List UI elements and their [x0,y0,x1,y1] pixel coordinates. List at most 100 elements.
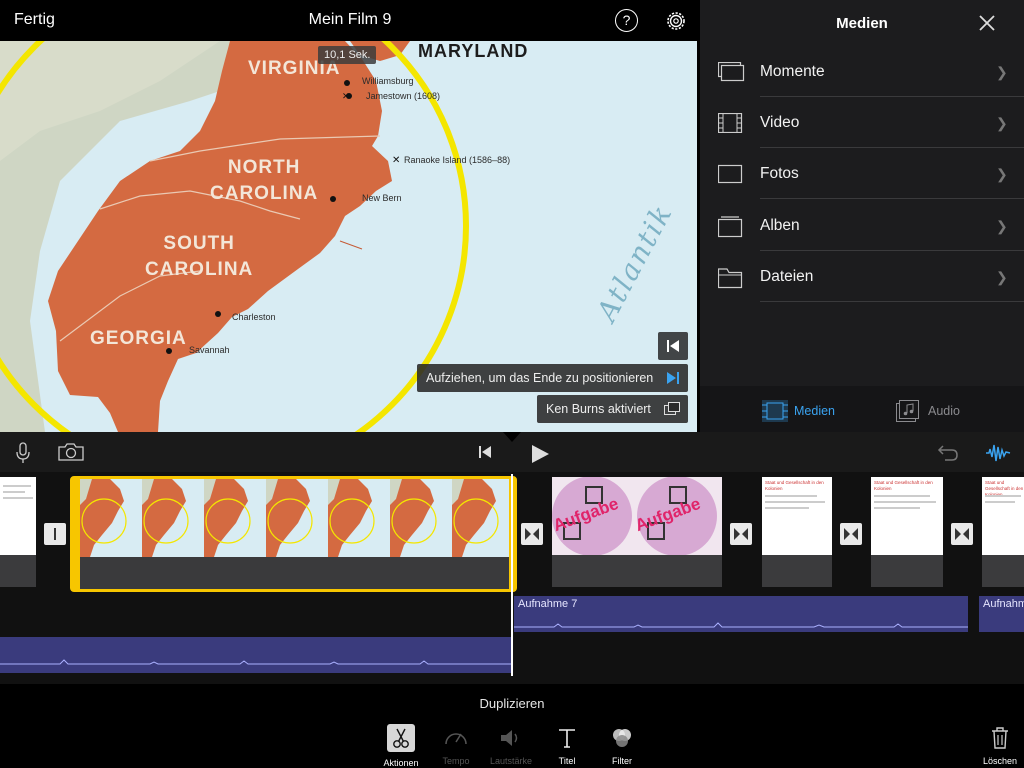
audio-clip[interactable]: Aufnahme [979,596,1024,632]
tool-label: Filter [612,756,632,766]
help-button[interactable]: ? [615,9,638,32]
media-item-label: Video [760,114,800,131]
tool-titles[interactable]: Titel [539,726,595,766]
kb-end-hint[interactable]: Aufziehen, um das Ende zu positionieren [417,364,688,392]
map-thumbnail-frame [452,479,509,557]
playhead-marker [503,432,521,442]
ken-burns-status-label: Ken Burns aktiviert [546,402,651,416]
map-label-georgia: GEORGIA [90,328,187,349]
close-icon[interactable] [978,14,996,32]
doc-thumbnail-title: Staat und Gesellschaft in den Kolonien [874,480,933,491]
chevron-right-icon: ❯ [996,64,1008,80]
audio-clip[interactable]: Aufnahme 7 [514,596,968,632]
media-item-photos[interactable]: Fotos ❯ [716,148,1024,199]
folder-icon [718,268,743,289]
clip-thumbnail: Staat und Gesellschaft in den Kolonien [762,477,832,555]
media-item-video[interactable]: Video ❯ [716,97,1024,148]
map-thumbnail-frame [390,479,452,557]
timeline-toolbar [0,432,1024,472]
map-place-charleston: Charleston [232,312,276,322]
transition-cross-icon [844,528,858,540]
delete-label: Löschen [982,756,1018,766]
skip-start-icon [667,340,679,352]
media-tab-bar: Medien Audio [700,386,1024,432]
map-place-jamestown: Jamestown (1608) [366,91,441,101]
tool-actions[interactable]: Aktionen [373,724,429,768]
video-clip[interactable]: Staat und Gesellschaft in den Kolonien [762,477,832,587]
ken-burns-status[interactable]: Ken Burns aktiviert [537,395,688,423]
tab-audio[interactable]: Audio [896,400,960,422]
undo-button[interactable] [937,444,959,467]
map-thumbnail-frame [266,479,328,557]
project-title: Mein Film 9 [308,11,392,28]
tool-label: Tempo [442,756,470,766]
transition-button[interactable] [521,523,543,545]
camera-icon[interactable] [58,443,84,466]
audio-clip-name: Aufnahme [983,598,1024,610]
tab-media-label: Medien [794,404,835,418]
clip-thumbnail: Staat und Gesellschaft in den Kolonien [982,477,1024,555]
map-label-south-carolina: SOUTH CAROLINA [145,233,254,280]
transition-button[interactable] [951,523,973,545]
tool-label: Titel [558,756,576,766]
transition-button[interactable] [840,523,862,545]
microphone-icon[interactable] [15,442,31,469]
top-bar: Fertig Mein Film 9 ? [0,0,700,41]
speedometer-icon [445,733,467,745]
ken-burns-icon [664,402,680,415]
filter-circles-icon [613,729,631,747]
scissors-icon [387,724,415,752]
chevron-right-icon: ❯ [996,218,1008,234]
tool-filters[interactable]: Filter [594,726,650,766]
photo-icon [718,164,743,184]
play-icon [532,445,549,463]
tool-volume[interactable]: Lautstärke [483,726,539,766]
map-place-ranaoke: Ranaoke Island (1586–88) [404,155,511,165]
playhead-line [511,474,513,676]
action-label[interactable]: Duplizieren [0,696,1024,711]
transition-cross-icon [734,528,748,540]
map-thumbnail-frame [204,479,266,557]
play-button[interactable] [530,444,550,469]
svg-text:✕: ✕ [392,155,400,166]
skip-to-start-button[interactable] [478,445,492,464]
clip-thumbnail-strip [80,479,509,557]
media-item-label: Dateien [760,268,814,285]
selected-video-clip[interactable] [70,476,517,592]
audio-waveform [0,659,511,665]
media-item-label: Alben [760,217,800,234]
media-item-label: Momente [760,63,825,80]
media-item-files[interactable]: Dateien ❯ [716,251,1024,302]
title-t-icon [559,729,575,748]
clip-duration-badge: 10,1 Sek. [318,46,377,64]
map-place-new-bern: New Bern [362,193,402,203]
transition-none-icon [54,528,56,540]
media-item-albums[interactable]: Alben ❯ [716,200,1024,251]
trash-icon [992,727,1008,749]
video-clip[interactable]: Aufgabe Aufgabe [552,477,722,587]
clip-thumbnail: Staat und Gesellschaft in den Kolonien [871,477,943,555]
transition-button[interactable] [730,523,752,545]
settings-gear-icon[interactable] [664,9,688,33]
audio-waveform-button[interactable] [985,442,1011,469]
transition-cross-icon [955,528,969,540]
map-label-maryland: MARYLAND [418,41,529,61]
film-icon [718,113,743,133]
tab-media[interactable]: Medien [762,400,835,422]
map-place-savannah: Savannah [189,345,230,355]
delete-button[interactable]: Löschen [972,726,1024,766]
tool-speed[interactable]: Tempo [428,726,484,766]
media-item-label: Fotos [760,165,799,182]
chevron-right-icon: ❯ [996,166,1008,182]
inspector-bar: Duplizieren Aktionen Tempo Lautstärke Ti… [0,684,1024,768]
media-item-moments[interactable]: Momente ❯ [716,46,1024,97]
transition-button[interactable] [44,523,66,545]
background-audio-clip[interactable] [0,637,511,673]
video-clip[interactable]: Staat und Gesellschaft in den Kolonien [982,477,1024,587]
video-clip[interactable]: Staat und Gesellschaft in den Kolonien [871,477,943,587]
video-preview[interactable]: ✕ ✕ MARYLAND VIRGINIA NORTH CAROLINA SOU… [0,41,697,432]
kb-start-position-button[interactable] [658,332,688,360]
svg-text:✕: ✕ [342,92,350,102]
divider [760,301,1024,302]
video-clip[interactable] [0,477,36,587]
